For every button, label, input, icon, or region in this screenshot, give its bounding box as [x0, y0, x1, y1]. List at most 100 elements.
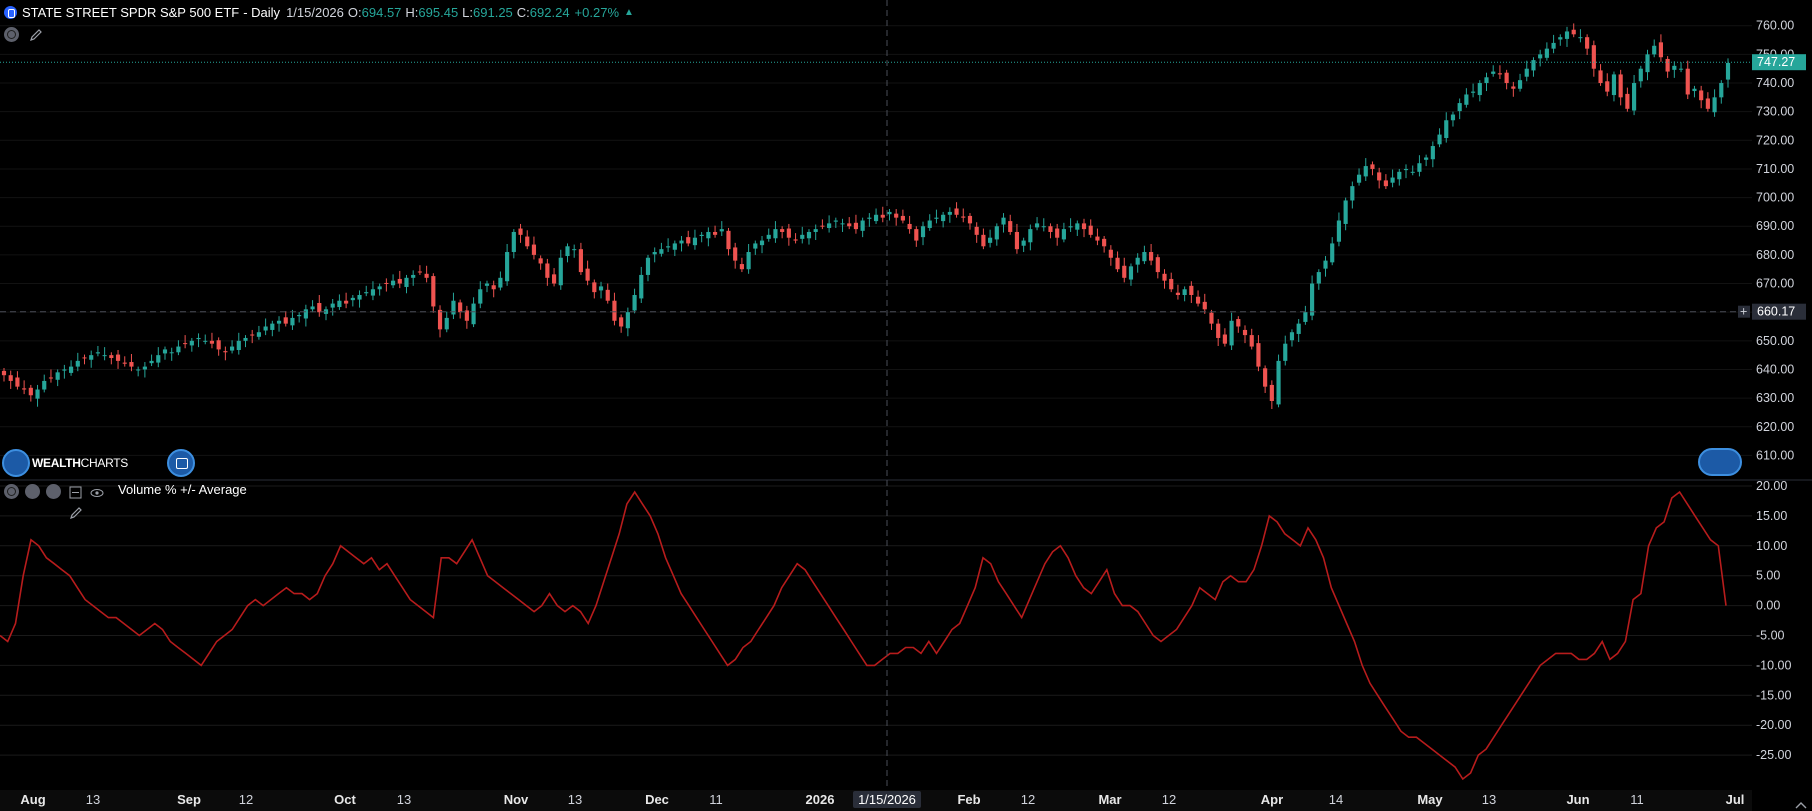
- candle-body: [880, 214, 885, 218]
- candle-body: [417, 271, 422, 273]
- candle-body: [645, 257, 651, 275]
- candle-body: [941, 214, 946, 222]
- move-up-icon[interactable]: [46, 484, 61, 499]
- candle-body: [833, 220, 838, 222]
- candle-body: [598, 286, 604, 291]
- candle-body: [1316, 272, 1321, 284]
- candle-body: [920, 226, 926, 238]
- candle-body: [860, 220, 865, 231]
- candle-body: [1517, 80, 1523, 89]
- candle-body: [994, 226, 999, 240]
- collapse-icon[interactable]: [68, 485, 84, 501]
- candle-body: [1236, 319, 1241, 327]
- volume-tick-label: -10.00: [1756, 658, 1791, 672]
- candle-body: [350, 297, 355, 301]
- indicator-remove-icon[interactable]: [4, 484, 19, 499]
- candle-body: [981, 234, 986, 247]
- candle-body: [458, 302, 463, 313]
- candle-body: [404, 277, 409, 287]
- layout-toggle-button[interactable]: [1698, 448, 1742, 476]
- candle-body: [1283, 343, 1288, 361]
- candle-body: [1464, 94, 1469, 105]
- candle-body: [1128, 266, 1134, 280]
- candle-body: [75, 360, 80, 367]
- candle-body: [1323, 260, 1328, 269]
- price-tick-label: 710.00: [1756, 162, 1794, 176]
- candle-body: [1195, 296, 1201, 304]
- candle-body: [914, 229, 919, 241]
- candle-body: [558, 257, 563, 286]
- time-tick-label: Dec: [645, 792, 669, 807]
- remove-icon[interactable]: [4, 27, 19, 42]
- symbol-icon[interactable]: [4, 5, 17, 19]
- candle-body: [196, 337, 201, 340]
- candle-body: [1397, 171, 1402, 180]
- candle-body: [1370, 164, 1375, 169]
- eye-icon[interactable]: [89, 485, 105, 501]
- pencil-icon[interactable]: [28, 27, 44, 43]
- candle-body: [1705, 98, 1710, 109]
- candle-body: [1497, 73, 1503, 75]
- candle-body: [1356, 174, 1362, 183]
- candle-body: [1068, 226, 1073, 228]
- volume-tick-label: 10.00: [1756, 539, 1787, 553]
- time-tick-label: 13: [568, 792, 582, 807]
- move-down-icon[interactable]: [25, 484, 40, 499]
- wealthcharts-logo: WEALTHCHARTS: [2, 448, 128, 478]
- candle-body: [250, 334, 255, 336]
- candle-body: [364, 292, 369, 294]
- candle-body: [122, 362, 127, 364]
- candle-body: [149, 360, 154, 364]
- time-tick-label: Nov: [504, 792, 529, 807]
- candle-body: [42, 380, 47, 390]
- candle-body: [1477, 83, 1482, 96]
- candle-body: [894, 213, 899, 218]
- candle-body: [55, 372, 60, 380]
- candle-body: [270, 323, 275, 330]
- candle-body: [551, 274, 557, 284]
- candle-body: [189, 340, 194, 346]
- candle-body: [1088, 225, 1093, 235]
- interval-label[interactable]: - Daily: [243, 5, 280, 20]
- candle-body: [1202, 301, 1207, 310]
- candle-body: [444, 317, 449, 330]
- candle-body: [95, 352, 100, 354]
- price-tick-label: 690.00: [1756, 219, 1794, 233]
- candle-body: [82, 357, 87, 359]
- price-tick-label: 760.00: [1756, 19, 1794, 33]
- candle-body: [1330, 243, 1335, 263]
- candle-body: [1719, 83, 1724, 98]
- indicator-pencil-icon[interactable]: [68, 505, 84, 521]
- candle-body: [1450, 114, 1456, 121]
- candle-body: [1471, 91, 1476, 93]
- volume-tick-label: -20.00: [1756, 718, 1791, 732]
- candle-body: [115, 354, 121, 361]
- candle-body: [1249, 335, 1254, 347]
- candle-body: [484, 283, 490, 286]
- candle-body: [1034, 223, 1040, 228]
- time-tick-label: 13: [1482, 792, 1496, 807]
- candle-body: [1511, 86, 1516, 89]
- price-tick-label: 730.00: [1756, 105, 1794, 119]
- price-tick-label: 610.00: [1756, 448, 1794, 462]
- candle-body: [927, 220, 932, 228]
- candle-body: [1457, 103, 1462, 112]
- candle-body: [357, 294, 362, 300]
- close-value: 692.24: [529, 4, 570, 20]
- candle-body: [1135, 257, 1140, 265]
- calendar-button[interactable]: [167, 449, 195, 477]
- candle-body: [1531, 60, 1536, 71]
- candle-body: [988, 237, 993, 243]
- chart-svg[interactable]: 760.00750.00740.00730.00720.00710.00700.…: [0, 0, 1812, 811]
- chart-stage[interactable]: 760.00750.00740.00730.00720.00710.00700.…: [0, 0, 1812, 811]
- last-price-label: 747.27: [1757, 55, 1795, 69]
- candle-body: [1645, 54, 1650, 73]
- candle-body: [1189, 285, 1194, 295]
- candle-body: [1269, 384, 1274, 401]
- candle-body: [1115, 257, 1120, 270]
- candle-body: [1263, 368, 1268, 387]
- candle-body: [478, 289, 483, 304]
- candle-body: [1122, 265, 1127, 278]
- candle-body: [109, 355, 114, 359]
- candle-body: [1229, 320, 1234, 346]
